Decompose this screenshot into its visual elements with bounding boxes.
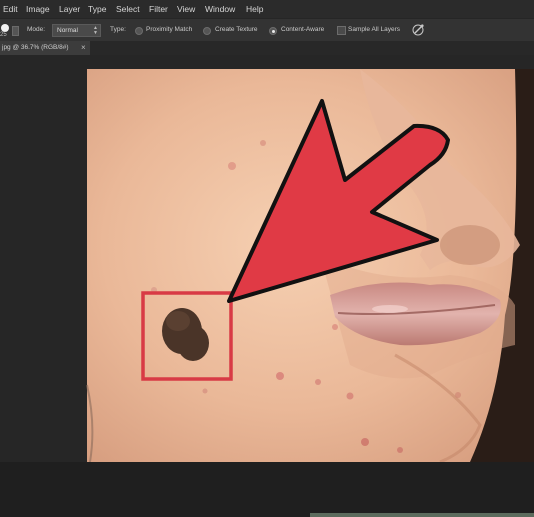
mode-select[interactable]: Normal ▲ ▼ [52, 24, 101, 37]
bottom-strip [310, 513, 534, 517]
options-bar: 25 Mode: Normal ▲ ▼ Type: Proximity Match… [0, 18, 534, 42]
create-texture-label: Create Texture [215, 26, 258, 33]
menu-select[interactable]: Select [116, 4, 140, 14]
menu-edit[interactable]: Edit [3, 4, 18, 14]
canvas-area[interactable] [0, 55, 534, 517]
mode-label: Mode: [27, 26, 46, 33]
menu-view[interactable]: View [177, 4, 195, 14]
brush-size-value: 25 [0, 32, 7, 38]
menu-help[interactable]: Help [246, 4, 263, 14]
menu-layer[interactable]: Layer [59, 4, 80, 14]
proximity-match-label: Proximity Match [146, 26, 193, 33]
menu-bar: Edit Image Layer Type Select Filter View… [0, 0, 534, 18]
select-arrows-icon: ▲ ▼ [93, 25, 98, 36]
document-tab-title: jpg @ 36.7% (RGB/8#) [2, 44, 69, 51]
menu-window[interactable]: Window [205, 4, 235, 14]
sample-all-layers-checkbox[interactable] [337, 26, 346, 35]
radio-content-aware[interactable] [269, 27, 277, 35]
brush-picker-arrow-icon[interactable] [12, 26, 19, 36]
radio-proximity-match[interactable] [135, 27, 143, 35]
nostril-shadow [440, 225, 500, 265]
type-label: Type: [110, 26, 126, 33]
content-aware-label: Content-Aware [281, 26, 325, 33]
sample-all-layers-label: Sample All Layers [348, 26, 401, 33]
photo-canvas [86, 69, 534, 462]
lip-highlight [372, 305, 408, 313]
document-tab[interactable]: jpg @ 36.7% (RGB/8#) × [0, 41, 90, 55]
close-icon[interactable]: × [81, 43, 86, 52]
radio-create-texture[interactable] [203, 27, 211, 35]
menu-type[interactable]: Type [88, 4, 106, 14]
pressure-brush-icon[interactable] [411, 23, 425, 37]
menu-image[interactable]: Image [26, 4, 50, 14]
menu-filter[interactable]: Filter [149, 4, 168, 14]
brush-preview-icon[interactable] [1, 24, 9, 32]
mode-select-value: Normal [57, 27, 78, 34]
document-tab-bar: jpg @ 36.7% (RGB/8#) × [0, 41, 534, 55]
